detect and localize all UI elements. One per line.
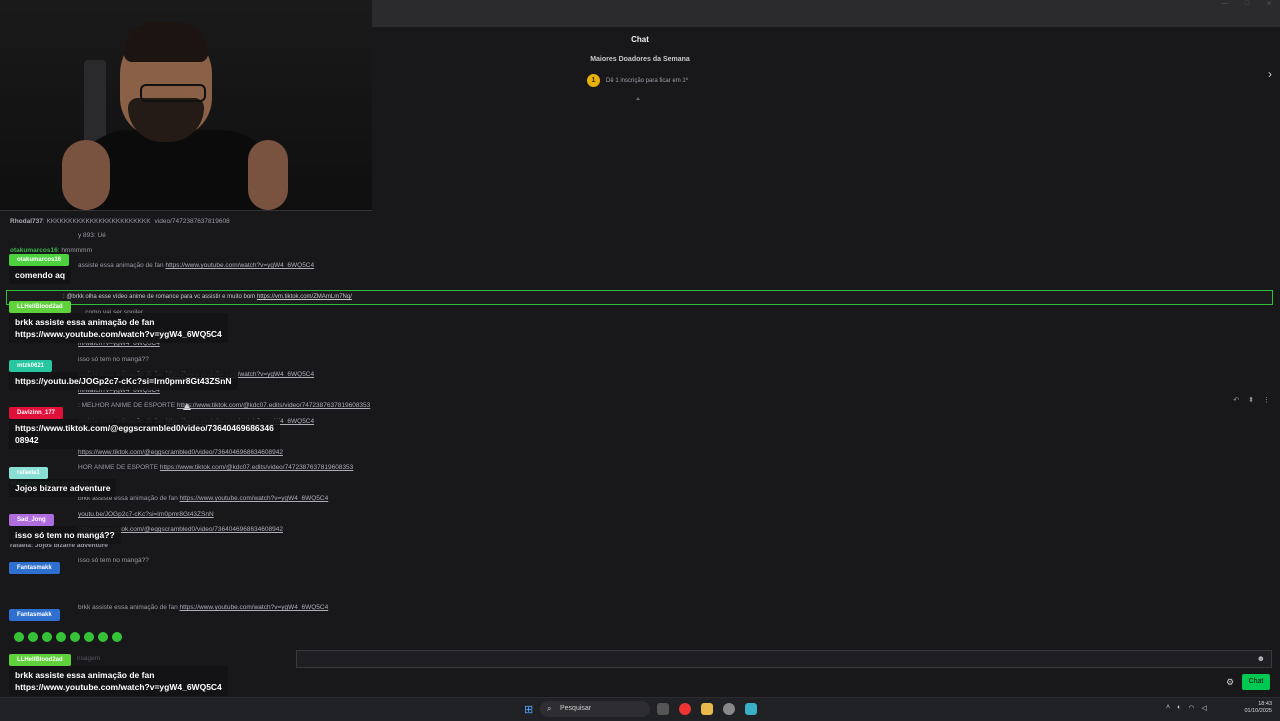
webcam-glasses bbox=[140, 84, 206, 102]
network-icon[interactable]: ◐ bbox=[1177, 704, 1181, 712]
chat-overlay-card: mtzk0621 https://youtu.be/JOGp2c7-cKc?si=… bbox=[9, 360, 238, 390]
chat-overlay-card: LLHellBlood2ad brkk assiste essa animação… bbox=[9, 654, 228, 696]
chat-line: HOR ANIME DE ESPORTE https://www.tiktok.… bbox=[78, 464, 353, 471]
chat-text: : hmmmmm bbox=[57, 247, 93, 254]
chat-line: y 893: Ué bbox=[78, 232, 106, 239]
overlay-message: https://www.tiktok.com/@eggscrambled0/vi… bbox=[9, 419, 280, 449]
overlay-username: LLHellBlood2ad bbox=[9, 301, 71, 313]
chat-link[interactable]: https://www.youtube.com/watch?v=ygW4_6WQ… bbox=[180, 495, 329, 502]
wifi-icon[interactable]: ◠ bbox=[1188, 704, 1194, 712]
clock-time: 18:43 bbox=[1258, 701, 1272, 707]
overlay-username: Fantasmakk bbox=[9, 609, 60, 621]
emote-icon bbox=[98, 632, 108, 642]
close-button[interactable]: ✕ bbox=[1258, 0, 1280, 10]
chat-username[interactable]: Rhodal737 bbox=[10, 218, 43, 225]
volume-icon[interactable]: ◁ bbox=[1201, 704, 1206, 712]
chat-overlay-card: Davizinn_177 https://www.tiktok.com/@eggs… bbox=[9, 407, 280, 449]
app-icon[interactable] bbox=[723, 703, 735, 715]
windows-start-icon[interactable]: ⊞ bbox=[524, 703, 533, 716]
chevron-up-icon[interactable]: ˄ bbox=[1166, 704, 1170, 712]
gear-icon[interactable]: ⚙ bbox=[1226, 677, 1234, 688]
highlighted-link[interactable]: https://vm.tiktok.com/ZMAmLm7Nq/ bbox=[257, 294, 352, 300]
chat-text: isso só tem no mangá?? bbox=[78, 557, 149, 564]
chat-overlay-card: rafaela1 Jojos bizarre adventure bbox=[9, 467, 117, 497]
system-tray: ˄ ◐ ◠ ◁ bbox=[1166, 704, 1207, 712]
chat-link[interactable]: https://www.youtube.com/watch?v=ygW4_6WQ… bbox=[180, 604, 329, 611]
overlay-message: brkk assiste essa animação de fan https:… bbox=[9, 313, 228, 343]
overlay-username: otakumarcos16 bbox=[9, 254, 70, 266]
emote-picker-icon[interactable]: ☻ bbox=[1257, 654, 1265, 663]
chat-link[interactable]: https://www.tiktok.com/@kdc07.edits/vide… bbox=[160, 464, 353, 471]
taskview-icon[interactable] bbox=[657, 703, 669, 715]
clock-date: 01/10/2025 bbox=[1244, 708, 1272, 714]
reply-icon[interactable]: ↶ bbox=[1233, 396, 1239, 404]
chrome-icon[interactable] bbox=[679, 703, 691, 715]
chat-input-placeholder: nsagem bbox=[77, 655, 101, 662]
overlay-message: brkk assiste essa animação de fan https:… bbox=[9, 666, 228, 696]
minimize-button[interactable]: — bbox=[1214, 0, 1236, 10]
overlay-username: Sad_Jong bbox=[9, 514, 54, 526]
message-mod-tools: ↶ ⬍ ⋮ bbox=[1233, 396, 1270, 404]
emote-icon bbox=[14, 632, 24, 642]
chat-line: assiste essa animação de fan https://www… bbox=[78, 262, 314, 269]
chat-line: Rhodal737: KKKKKKKKKKKKKKKKKKKKKKKK video… bbox=[10, 218, 230, 225]
chat-text: brkk assiste essa animação de fan bbox=[78, 604, 180, 611]
emote-icon bbox=[28, 632, 38, 642]
webcam-arm bbox=[248, 140, 288, 210]
overlay-message: isso só tem no mangá?? bbox=[9, 526, 121, 544]
top-donor-row[interactable]: 1 Dê 1 inscrição para ficar em 1º bbox=[587, 74, 688, 87]
chevron-right-icon[interactable]: › bbox=[1268, 67, 1272, 81]
collapse-icon[interactable]: ⩡ bbox=[636, 96, 640, 104]
webcam-hair bbox=[124, 22, 208, 62]
chat-overlay-card: Fantasmakk bbox=[9, 562, 60, 574]
emote-icon bbox=[70, 632, 80, 642]
clock[interactable]: 18:43 01/10/2025 bbox=[1244, 701, 1272, 715]
overlay-username: LLHellBlood2ad bbox=[9, 654, 71, 666]
taskbar-search[interactable]: ⌕ Pesquisar bbox=[540, 701, 650, 717]
search-icon: ⌕ bbox=[547, 704, 552, 713]
emote-row bbox=[14, 632, 122, 642]
chat-text: : KKKKKKKKKKKKKKKKKKKKKKKK bbox=[42, 218, 151, 225]
chat-send-button[interactable]: Chat bbox=[1242, 674, 1270, 690]
chat-input[interactable]: nsagem ☻ bbox=[77, 650, 1272, 668]
highlighted-message-text: : @brkk olha esse vídeo anime de romance… bbox=[63, 294, 352, 300]
chat-line: isso só tem no mangá?? bbox=[78, 557, 149, 564]
chat-text: assiste essa animação de fan bbox=[78, 262, 166, 269]
chat-overlay-card: otakumarcos16 comendo aq bbox=[9, 254, 72, 284]
notepad-icon[interactable] bbox=[745, 703, 757, 715]
more-options-icon[interactable]: ⋮ bbox=[1263, 396, 1270, 404]
donor-hint: Dê 1 inscrição para ficar em 1º bbox=[606, 77, 688, 84]
emote-icon bbox=[84, 632, 94, 642]
maximize-button[interactable]: □ bbox=[1236, 0, 1258, 10]
chat-extra: video/7472387637819608 bbox=[154, 218, 230, 225]
chat-text: y 893: Ué bbox=[78, 232, 106, 239]
chat-overlay-card: Sad_Jong isso só tem no mangá?? bbox=[9, 514, 121, 544]
overlay-username: mtzk0621 bbox=[9, 360, 53, 372]
chat-username[interactable]: otakumarcos16 bbox=[10, 247, 58, 254]
overlay-username: rafaela1 bbox=[9, 467, 48, 479]
rank-badge-icon: 1 bbox=[587, 74, 600, 87]
pin-icon[interactable]: ⬍ bbox=[1248, 396, 1254, 404]
emote-icon bbox=[56, 632, 66, 642]
overlay-username: Fantasmakk bbox=[9, 562, 60, 574]
overlay-message: Jojos bizarre adventure bbox=[9, 479, 117, 497]
chat-overlay-card: LLHellBlood2ad brkk assiste essa animação… bbox=[9, 301, 228, 343]
overlay-message: https://youtu.be/JOGp2c7-cKc?si=lrn0pmr8… bbox=[9, 372, 238, 390]
file-explorer-icon[interactable] bbox=[701, 703, 713, 715]
search-label: Pesquisar bbox=[560, 705, 592, 712]
window-controls: — □ ✕ bbox=[1214, 0, 1280, 10]
overlay-message: comendo aq bbox=[9, 266, 72, 284]
chat-link[interactable]: https://www.tiktok.com/@eggscrambled0/vi… bbox=[78, 449, 283, 456]
chat-overlay-card: Fantasmakk bbox=[9, 609, 60, 621]
webcam-overlay bbox=[0, 0, 372, 211]
webcam-arm bbox=[62, 140, 110, 210]
emote-icon bbox=[112, 632, 122, 642]
chat-line: https://www.tiktok.com/@eggscrambled0/vi… bbox=[78, 449, 283, 456]
taskbar: ⊞ ⌕ Pesquisar ˄ ◐ ◠ ◁ 18:43 01/10/2025 bbox=[0, 697, 1280, 721]
overlay-username: Davizinn_177 bbox=[9, 407, 64, 419]
chat-link[interactable]: https://www.youtube.com/watch?v=ygW4_6WQ… bbox=[165, 262, 314, 269]
emote-icon bbox=[42, 632, 52, 642]
chat-line: brkk assiste essa animação de fan https:… bbox=[78, 604, 328, 611]
chat-line: otakumarcos16: hmmmmm bbox=[10, 247, 92, 254]
